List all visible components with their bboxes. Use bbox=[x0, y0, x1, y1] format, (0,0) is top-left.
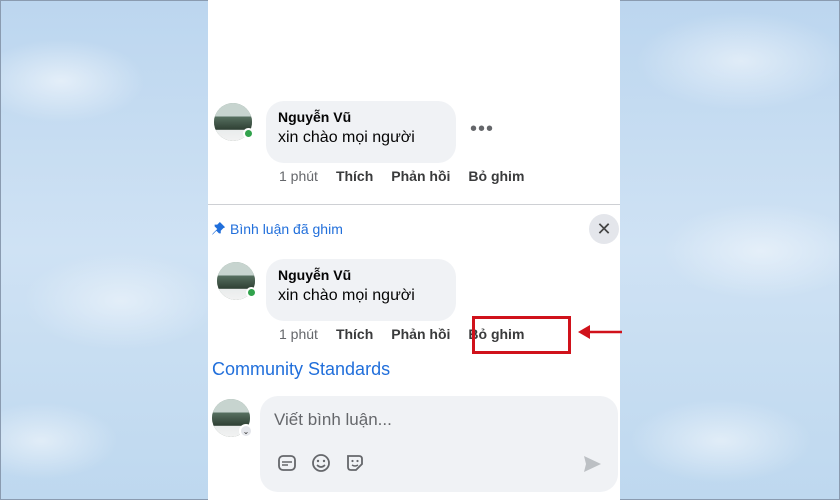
arrow-icon bbox=[578, 325, 622, 339]
gif-icon[interactable] bbox=[276, 452, 298, 474]
comment-text: xin chào mọi người bbox=[278, 129, 415, 146]
sticker-icon[interactable] bbox=[344, 452, 366, 474]
online-status-icon bbox=[246, 287, 257, 298]
comment-input[interactable] bbox=[274, 407, 594, 433]
pinned-label-text: Bình luận đã ghim bbox=[230, 221, 343, 237]
avatar[interactable] bbox=[214, 103, 254, 141]
comment-panel: Nguyễn Vũ xin chào mọi người ••• 1 phút … bbox=[208, 0, 620, 500]
highlight-box bbox=[472, 316, 571, 354]
emoji-icon[interactable] bbox=[310, 452, 332, 474]
comment-time[interactable]: 1 phút bbox=[279, 168, 318, 184]
like-button[interactable]: Thích bbox=[336, 326, 373, 342]
comment-bubble: Nguyễn Vũ xin chào mọi người bbox=[266, 101, 456, 163]
close-icon: ✕ bbox=[596, 218, 612, 239]
online-status-icon bbox=[243, 128, 254, 139]
send-icon[interactable] bbox=[582, 454, 602, 474]
comment-text: xin chào mọi người bbox=[278, 287, 415, 304]
comment-actions: 1 phút Thích Phản hồi Bỏ ghim bbox=[279, 168, 524, 184]
pinned-comments-label: Bình luận đã ghim bbox=[212, 221, 343, 237]
comment-time[interactable]: 1 phút bbox=[279, 326, 318, 342]
pin-icon bbox=[212, 222, 226, 236]
comment-composer bbox=[260, 396, 618, 492]
reply-button[interactable]: Phản hồi bbox=[391, 326, 450, 342]
avatar[interactable] bbox=[217, 262, 257, 300]
comment-author[interactable]: Nguyễn Vũ bbox=[278, 267, 444, 283]
divider bbox=[208, 204, 620, 205]
community-standards-link[interactable]: Community Standards bbox=[212, 359, 390, 380]
close-button[interactable]: ✕ bbox=[589, 214, 619, 244]
my-avatar[interactable]: ⌄ bbox=[212, 399, 253, 438]
unpin-button[interactable]: Bỏ ghim bbox=[468, 168, 524, 184]
comment-author[interactable]: Nguyễn Vũ bbox=[278, 109, 444, 125]
reply-button[interactable]: Phản hồi bbox=[391, 168, 450, 184]
chevron-down-icon[interactable]: ⌄ bbox=[239, 424, 253, 438]
like-button[interactable]: Thích bbox=[336, 168, 373, 184]
comment-bubble: Nguyễn Vũ xin chào mọi người bbox=[266, 259, 456, 321]
more-options-button[interactable]: ••• bbox=[470, 118, 494, 141]
